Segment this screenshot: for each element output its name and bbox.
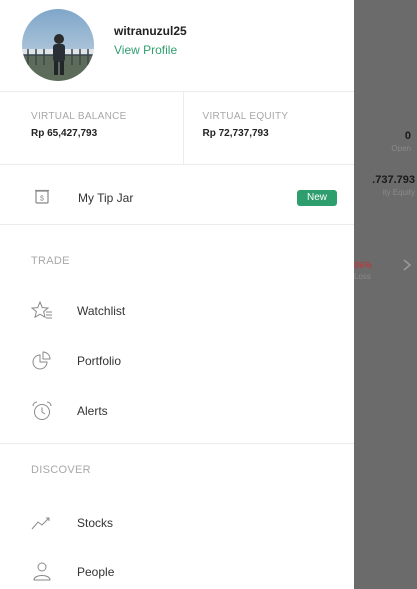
bg-stat-open: 0 Open [391, 130, 411, 153]
avatar[interactable] [22, 9, 94, 81]
profile-header[interactable]: witranuzul25 View Profile [22, 9, 187, 81]
view-profile-link[interactable]: View Profile [114, 43, 187, 57]
virtual-equity: VIRTUAL EQUITY Rp 72,737,793 [184, 92, 355, 164]
tip-jar-item[interactable]: $ My Tip Jar New [0, 165, 354, 225]
alarm-clock-icon [32, 401, 52, 420]
alerts-label: Alerts [77, 404, 108, 418]
bg-stat-equity-value: .737.793 [372, 174, 415, 186]
chevron-right-icon [403, 259, 412, 271]
section-divider [0, 443, 354, 444]
tip-jar-icon: $ [35, 189, 49, 204]
balances-panel: VIRTUAL BALANCE Rp 65,427,793 VIRTUAL EQ… [0, 91, 354, 165]
tip-jar-label: My Tip Jar [78, 191, 134, 205]
discover-heading: DISCOVER [31, 464, 91, 476]
bg-stat-equity: .737.793 ity Equity [372, 174, 415, 197]
virtual-balance: VIRTUAL BALANCE Rp 65,427,793 [0, 92, 184, 164]
virtual-equity-label: VIRTUAL EQUITY [202, 111, 289, 122]
bg-stat-loss: 06% Loss [354, 260, 372, 281]
sidebar-item-people[interactable]: People [0, 552, 354, 589]
people-label: People [77, 565, 115, 579]
sidebar-item-watchlist[interactable]: Watchlist [0, 290, 354, 330]
portfolio-label: Portfolio [77, 354, 122, 368]
trade-heading: TRADE [31, 255, 70, 267]
background-app-overlay[interactable]: 0 Open .737.793 ity Equity 06% Loss [354, 0, 417, 589]
watchlist-star-icon [31, 300, 52, 319]
navigation-drawer: witranuzul25 View Profile VIRTUAL BALANC… [0, 0, 354, 589]
people-icon [33, 562, 51, 581]
stocks-label: Stocks [77, 516, 114, 530]
sidebar-item-portfolio[interactable]: Portfolio [0, 340, 354, 380]
new-badge: New [297, 190, 337, 206]
bg-stat-open-label: Open [391, 144, 411, 153]
virtual-balance-label: VIRTUAL BALANCE [31, 111, 127, 122]
virtual-equity-value: Rp 72,737,793 [202, 128, 269, 139]
virtual-balance-value: Rp 65,427,793 [31, 128, 98, 139]
svg-text:$: $ [40, 196, 44, 203]
sidebar-item-alerts[interactable]: Alerts [0, 390, 354, 430]
watchlist-label: Watchlist [77, 304, 126, 318]
bg-stat-open-value: 0 [404, 130, 411, 142]
bg-stat-loss-value: 06% [354, 260, 373, 270]
bg-stat-equity-label: ity Equity [382, 188, 415, 197]
stocks-trend-icon [31, 517, 50, 530]
sidebar-item-stocks[interactable]: Stocks [0, 502, 354, 542]
portfolio-pie-icon [32, 351, 51, 370]
username: witranuzul25 [114, 23, 187, 38]
bg-stat-loss-label: Loss [354, 272, 371, 281]
